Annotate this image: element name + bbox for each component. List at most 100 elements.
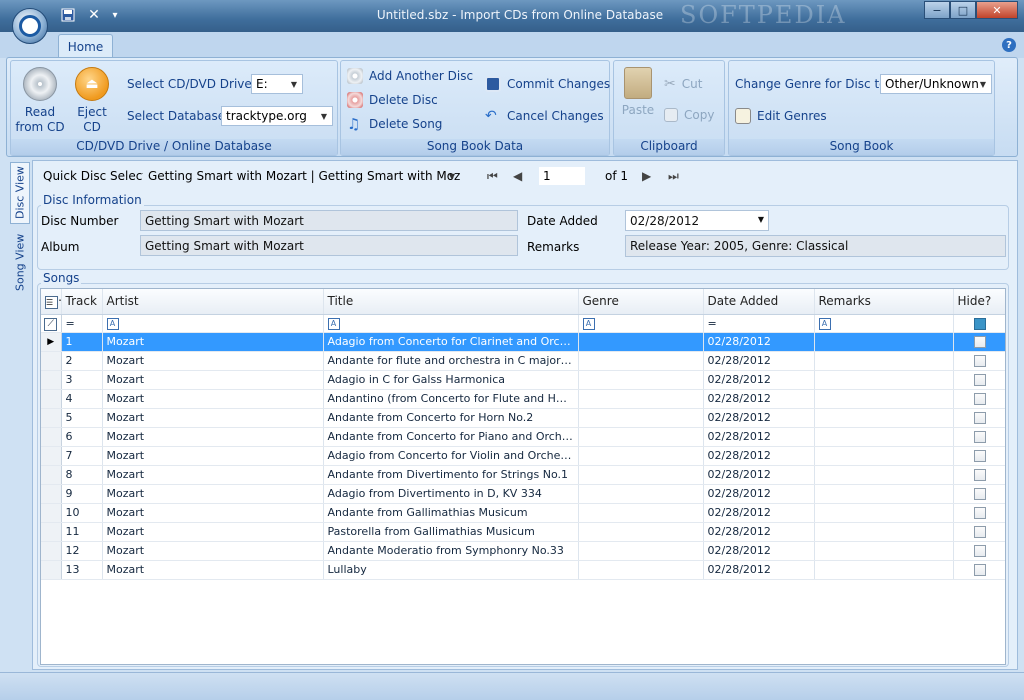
cell-title[interactable]: Andante from Divertimento for Strings No… [323, 465, 579, 485]
cell-hide[interactable] [953, 389, 1005, 409]
album-field[interactable]: Getting Smart with Mozart [140, 235, 518, 256]
hide-checkbox[interactable] [974, 412, 986, 424]
cell-artist[interactable]: Mozart [102, 427, 324, 447]
tab-song-view[interactable]: Song View [10, 232, 30, 292]
column-header-track[interactable]: Track [61, 289, 103, 315]
cut-button[interactable]: ✂ Cut [664, 76, 702, 92]
cell-hide[interactable] [953, 408, 1005, 428]
last-record-icon[interactable]: ⏭ [668, 169, 679, 184]
cell-artist[interactable]: Mozart [102, 522, 324, 542]
commit-changes-button[interactable]: Commit Changes [485, 76, 610, 92]
hide-checkbox[interactable] [974, 507, 986, 519]
column-header-genre[interactable]: Genre [578, 289, 704, 315]
cell-track[interactable]: 10 [61, 503, 103, 523]
cell-remarks[interactable] [814, 446, 954, 466]
cell-remarks[interactable] [814, 465, 954, 485]
tab-home[interactable]: Home [58, 34, 113, 58]
filter-artist[interactable]: A [102, 314, 324, 333]
cell-date-added[interactable]: 02/28/2012 [703, 503, 815, 523]
cell-remarks[interactable] [814, 427, 954, 447]
cell-date-added[interactable]: 02/28/2012 [703, 560, 815, 580]
filter-date-added[interactable]: = [703, 314, 815, 333]
cell-remarks[interactable] [814, 408, 954, 428]
hide-checkbox[interactable] [974, 450, 986, 462]
minimize-button[interactable]: − [924, 1, 950, 19]
cell-hide[interactable] [953, 427, 1005, 447]
column-header-hide[interactable]: Hide? [953, 289, 1005, 315]
hide-checkbox[interactable] [974, 336, 986, 348]
cell-remarks[interactable] [814, 351, 954, 371]
cell-hide[interactable] [953, 351, 1005, 371]
cell-track[interactable]: 3 [61, 370, 103, 390]
clear-filter-icon[interactable]: ⟋ [41, 314, 62, 333]
cell-hide[interactable] [953, 522, 1005, 542]
cell-genre[interactable] [578, 465, 704, 485]
cell-title[interactable]: Andante Moderatio from Symphonry No.33 [323, 541, 579, 561]
cell-artist[interactable]: Mozart [102, 484, 324, 504]
hide-checkbox[interactable] [974, 374, 986, 386]
cell-artist[interactable]: Mozart [102, 465, 324, 485]
column-header-date-added[interactable]: Date Added [703, 289, 815, 315]
cell-remarks[interactable] [814, 560, 954, 580]
filter-checkbox[interactable] [974, 317, 986, 330]
maximize-button[interactable]: □ [950, 1, 976, 19]
cell-date-added[interactable]: 02/28/2012 [703, 484, 815, 504]
cell-artist[interactable]: Mozart [102, 541, 324, 561]
hide-checkbox[interactable] [974, 355, 986, 367]
cell-remarks[interactable] [814, 503, 954, 523]
table-row[interactable]: 8 Mozart Andante from Divertimento for Str… [41, 465, 1005, 485]
cell-genre[interactable] [578, 427, 704, 447]
filter-remarks[interactable]: A [814, 314, 954, 333]
cell-remarks[interactable] [814, 541, 954, 561]
table-row[interactable]: 13 Mozart Lullaby 02/28/2012 [41, 560, 1005, 580]
column-header-artist[interactable]: Artist [102, 289, 324, 315]
read-from-cd-button[interactable]: Read from CD [15, 67, 65, 135]
application-menu-button[interactable] [12, 8, 48, 44]
cell-remarks[interactable] [814, 332, 954, 352]
cell-artist[interactable]: Mozart [102, 446, 324, 466]
cell-track[interactable]: 11 [61, 522, 103, 542]
cell-track[interactable]: 1 [61, 332, 103, 352]
table-row[interactable]: 12 Mozart Andante Moderatio from Symphonry… [41, 541, 1005, 561]
cell-genre[interactable] [578, 351, 704, 371]
table-row[interactable]: 3 Mozart Adagio in C for Galss Harmonica 02… [41, 370, 1005, 390]
paste-button[interactable]: Paste [618, 67, 658, 118]
edit-genres-button[interactable]: Edit Genres [735, 108, 827, 124]
cell-date-added[interactable]: 02/28/2012 [703, 370, 815, 390]
hide-checkbox[interactable] [974, 488, 986, 500]
close-button[interactable]: ✕ [976, 1, 1018, 19]
cell-artist[interactable]: Mozart [102, 560, 324, 580]
table-row[interactable]: 6 Mozart Andante from Concerto for Piano a… [41, 427, 1005, 447]
cell-genre[interactable] [578, 370, 704, 390]
table-row[interactable]: 7 Mozart Adagio from Concerto for Violin a… [41, 446, 1005, 466]
genre-combo[interactable]: Other/Unknown ▼ [880, 74, 992, 94]
cell-artist[interactable]: Mozart [102, 503, 324, 523]
cell-title[interactable]: Andante from Gallimathias Musicum [323, 503, 579, 523]
cell-track[interactable]: 8 [61, 465, 103, 485]
next-record-icon[interactable]: ▶ [642, 169, 651, 183]
first-record-icon[interactable]: ⏮ [487, 169, 498, 184]
help-icon[interactable]: ? [1002, 38, 1016, 52]
cell-title[interactable]: Adagio in C for Galss Harmonica [323, 370, 579, 390]
cell-hide[interactable] [953, 446, 1005, 466]
cell-title[interactable]: Andante from Concerto for Piano and Orch… [323, 427, 579, 447]
filter-title[interactable]: A [323, 314, 579, 333]
table-row[interactable]: 4 Mozart Andantino (from Concerto for Flut… [41, 389, 1005, 409]
table-row[interactable]: ▶ 1 Mozart Adagio from Concerto for Clarine… [41, 332, 1005, 352]
column-header-remarks[interactable]: Remarks [814, 289, 954, 315]
cell-title[interactable]: Pastorella from Gallimathias Musicum [323, 522, 579, 542]
quick-disc-select-combo[interactable]: Getting Smart with Mozart | Getting Smar… [143, 166, 461, 186]
cell-title[interactable]: Adagio from Divertimento in D, KV 334 [323, 484, 579, 504]
table-row[interactable]: 5 Mozart Andante from Concerto for Horn No… [41, 408, 1005, 428]
cell-remarks[interactable] [814, 484, 954, 504]
cell-track[interactable]: 12 [61, 541, 103, 561]
cell-date-added[interactable]: 02/28/2012 [703, 408, 815, 428]
cell-genre[interactable] [578, 332, 704, 352]
cell-track[interactable]: 13 [61, 560, 103, 580]
cell-artist[interactable]: Mozart [102, 389, 324, 409]
filter-track[interactable]: = [61, 314, 103, 333]
cell-date-added[interactable]: 02/28/2012 [703, 522, 815, 542]
previous-record-icon[interactable]: ◀ [513, 169, 522, 183]
cell-genre[interactable] [578, 408, 704, 428]
filter-hide[interactable] [953, 314, 1005, 333]
